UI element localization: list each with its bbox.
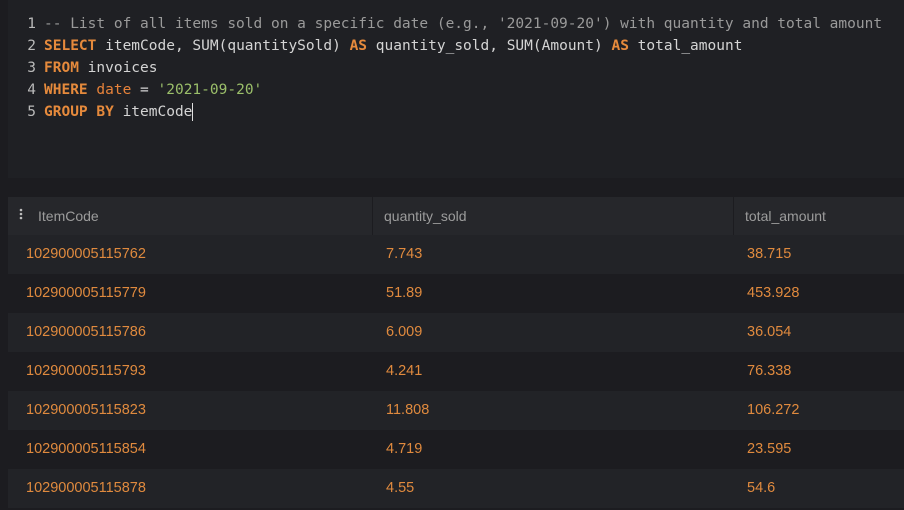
cell-quantity-sold[interactable]: 7.743 — [386, 235, 422, 274]
code-token: AS — [611, 38, 629, 54]
cell-total-amount[interactable]: 54.6 — [747, 469, 775, 508]
cell-quantity-sold[interactable]: 4.241 — [386, 352, 422, 391]
table-row[interactable]: 102900005115878 4.55 54.6 — [8, 469, 904, 508]
code-token: quantity_sold, SUM(Amount) — [367, 38, 612, 54]
cell-quantity-sold[interactable]: 6.009 — [386, 313, 422, 352]
code-token: invoices — [78, 60, 158, 76]
table-row[interactable]: 102900005115793 4.241 76.338 — [8, 352, 904, 391]
cell-quantity-sold[interactable]: 11.808 — [386, 391, 429, 430]
column-header-itemcode[interactable]: ItemCode — [38, 197, 99, 235]
code-token: '2021-09-20' — [157, 82, 263, 98]
sql-editor[interactable]: 1 -- List of all items sold on a specific… — [8, 0, 904, 178]
code-token: GROUP BY — [44, 104, 114, 120]
cell-itemcode[interactable]: 102900005115762 — [26, 235, 146, 274]
line-number: 3 — [27, 60, 36, 76]
code-line[interactable]: 4 WHERE date = '2021-09-20' — [8, 79, 262, 101]
code-token: date — [87, 82, 132, 98]
cell-itemcode[interactable]: 102900005115878 — [26, 469, 146, 508]
cell-quantity-sold[interactable]: 4.719 — [386, 430, 422, 469]
cell-total-amount[interactable]: 38.715 — [747, 235, 791, 274]
table-row[interactable]: 102900005115854 4.719 23.595 — [8, 430, 904, 469]
cell-itemcode[interactable]: 102900005115793 — [26, 352, 146, 391]
code-token: itemCode — [113, 104, 193, 120]
code-token: SELECT — [44, 38, 97, 54]
code-token: WHERE — [44, 82, 88, 98]
code-line[interactable]: 5 GROUP BY itemCode — [8, 101, 194, 123]
code-token: -- List of all items sold on a specific … — [44, 16, 883, 32]
vertical-dots-icon[interactable] — [19, 208, 23, 220]
cell-total-amount[interactable]: 23.595 — [747, 430, 791, 469]
line-number: 4 — [27, 82, 36, 98]
cell-total-amount[interactable]: 36.054 — [747, 313, 791, 352]
table-row[interactable]: 102900005115762 7.743 38.715 — [8, 235, 904, 274]
code-token: FROM — [44, 60, 79, 76]
text-cursor — [192, 103, 194, 121]
code-line[interactable]: 2 SELECT itemCode, SUM(quantitySold) AS q… — [8, 35, 742, 57]
cell-quantity-sold[interactable]: 51.89 — [386, 274, 422, 313]
code-token: = — [131, 82, 158, 98]
cell-itemcode[interactable]: 102900005115854 — [26, 430, 146, 469]
column-header-total-amount[interactable]: total_amount — [745, 197, 826, 235]
table-row[interactable]: 102900005115779 51.89 453.928 — [8, 274, 904, 313]
column-divider[interactable] — [372, 197, 373, 235]
line-number: 5 — [27, 104, 36, 120]
cell-itemcode[interactable]: 102900005115779 — [26, 274, 146, 313]
cell-itemcode[interactable]: 102900005115823 — [26, 391, 146, 430]
code-token: total_amount — [628, 38, 743, 54]
column-header-quantity-sold[interactable]: quantity_sold — [384, 197, 467, 235]
cell-total-amount[interactable]: 453.928 — [747, 274, 799, 313]
table-row[interactable]: 102900005115786 6.009 36.054 — [8, 313, 904, 352]
table-row[interactable]: 102900005115823 11.808 106.272 — [8, 391, 904, 430]
code-line[interactable]: 1 -- List of all items sold on a specific… — [8, 13, 882, 35]
code-line[interactable]: 3 FROM invoices — [8, 57, 158, 79]
column-divider[interactable] — [733, 197, 734, 235]
line-number: 1 — [27, 16, 36, 32]
cell-itemcode[interactable]: 102900005115786 — [26, 313, 146, 352]
cell-total-amount[interactable]: 106.272 — [747, 391, 799, 430]
line-number: 2 — [27, 38, 36, 54]
results-grid: ItemCode quantity_sold total_amount 1029… — [8, 197, 904, 510]
code-token: itemCode, SUM(quantitySold) — [96, 38, 350, 54]
cell-total-amount[interactable]: 76.338 — [747, 352, 791, 391]
cell-quantity-sold[interactable]: 4.55 — [386, 469, 414, 508]
results-header: ItemCode quantity_sold total_amount — [8, 197, 904, 235]
code-token: AS — [349, 38, 368, 54]
